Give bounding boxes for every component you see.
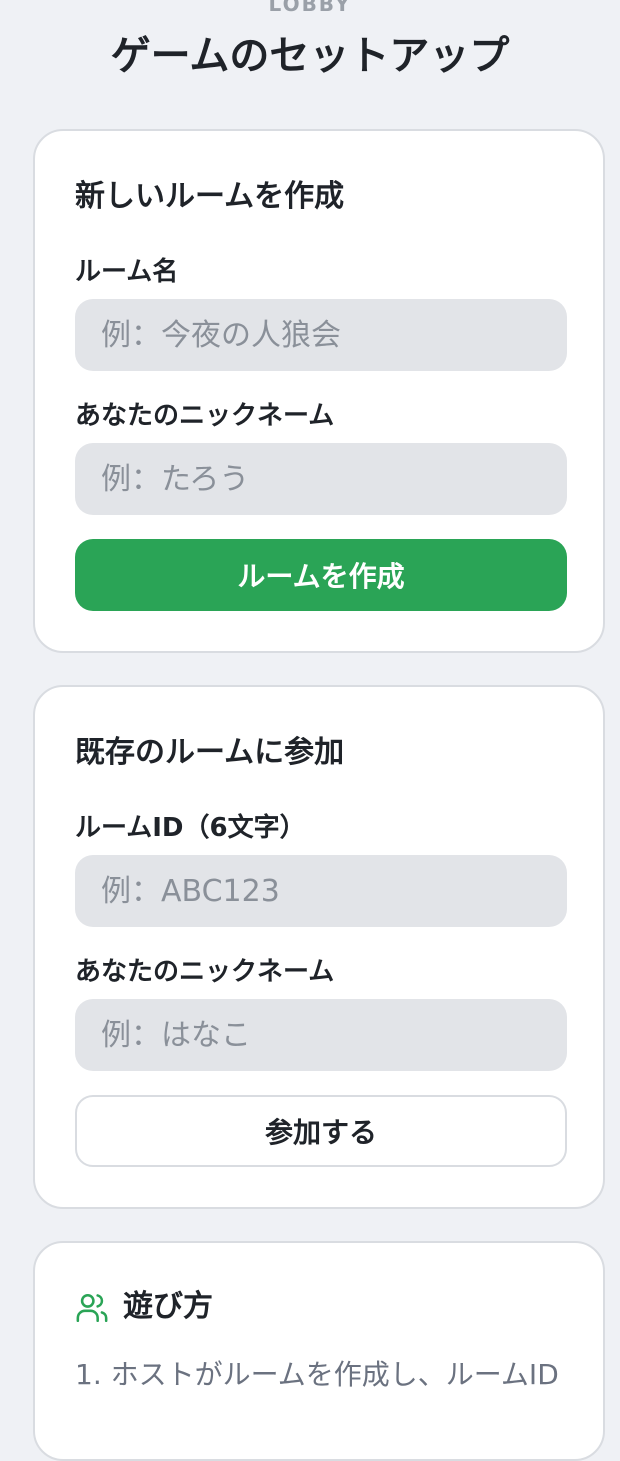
- join-room-title: 既存のルームに参加: [75, 735, 345, 770]
- join-room-card: 既存のルームに参加 ルームID（6文字） あなたのニックネーム 参加する: [33, 685, 605, 1209]
- how-to-play-card: 遊び方 1. ホストがルームを作成し、ルームID: [33, 1241, 605, 1461]
- page-title: ゲームのセットアップ: [110, 33, 510, 79]
- join-room-button[interactable]: 参加する: [75, 1095, 567, 1167]
- room-id-input[interactable]: [75, 855, 567, 927]
- users-icon: [76, 1293, 108, 1323]
- create-nickname-input[interactable]: [75, 443, 567, 515]
- create-room-card: 新しいルームを作成 ルーム名 あなたのニックネーム ルームを作成: [33, 129, 605, 653]
- room-name-label: ルーム名: [75, 257, 179, 287]
- how-to-play-title: 遊び方: [123, 1289, 213, 1324]
- join-nickname-input[interactable]: [75, 999, 567, 1071]
- lobby-eyebrow: LOBBY: [268, 0, 352, 16]
- create-room-button[interactable]: ルームを作成: [75, 539, 567, 611]
- create-room-title: 新しいルームを作成: [75, 179, 345, 214]
- room-name-input[interactable]: [75, 299, 567, 371]
- how-to-play-step-1: 1. ホストがルームを作成し、ルームID: [75, 1358, 559, 1391]
- create-nickname-label: あなたのニックネーム: [75, 401, 335, 431]
- room-id-label: ルームID（6文字）: [75, 813, 306, 843]
- join-nickname-label: あなたのニックネーム: [75, 957, 335, 987]
